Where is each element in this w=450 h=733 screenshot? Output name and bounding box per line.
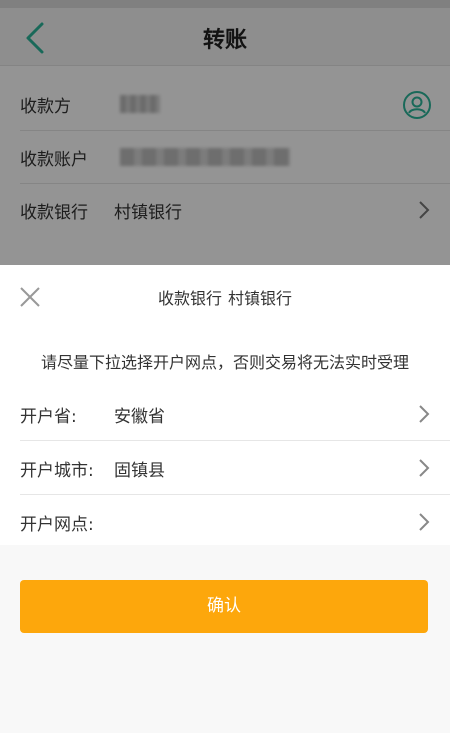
branch-row[interactable]: 开户网点: — [20, 495, 450, 549]
modal-overlay[interactable] — [0, 0, 450, 265]
branch-label: 开户网点: — [20, 515, 94, 535]
sheet-title-label: 收款银行 — [157, 289, 222, 308]
confirm-button[interactable]: 确认 — [20, 580, 428, 633]
province-label: 开户省: — [20, 407, 77, 427]
sheet-footer-area — [0, 545, 450, 733]
sheet-header: 收款银行 村镇银行 — [0, 265, 450, 329]
city-row[interactable]: 开户城市: 固镇县 — [20, 441, 450, 495]
province-row[interactable]: 开户省: 安徽省 — [20, 387, 450, 441]
city-label: 开户城市: — [20, 461, 94, 481]
city-value: 固镇县 — [114, 461, 165, 481]
chevron-right-icon — [419, 405, 430, 423]
branch-picker-list: 开户省: 安徽省 开户城市: 固镇县 开户网点: — [0, 387, 450, 549]
hint-text: 请尽量下拉选择开户网点，否则交易将无法实时受理 — [0, 329, 450, 387]
sheet-title-value: 村镇银行 — [228, 289, 293, 308]
transfer-screen: 转账 收款方 收款账户 收款银行 村镇银行 收款银行 村镇银行 请尽量下拉选择开… — [0, 0, 450, 733]
chevron-right-icon — [419, 459, 430, 477]
branch-picker-sheet: 收款银行 村镇银行 请尽量下拉选择开户网点，否则交易将无法实时受理 开户省: 安徽… — [0, 265, 450, 733]
chevron-right-icon — [419, 513, 430, 531]
province-value: 安徽省 — [114, 407, 165, 427]
sheet-title: 收款银行 村镇银行 — [0, 285, 450, 309]
